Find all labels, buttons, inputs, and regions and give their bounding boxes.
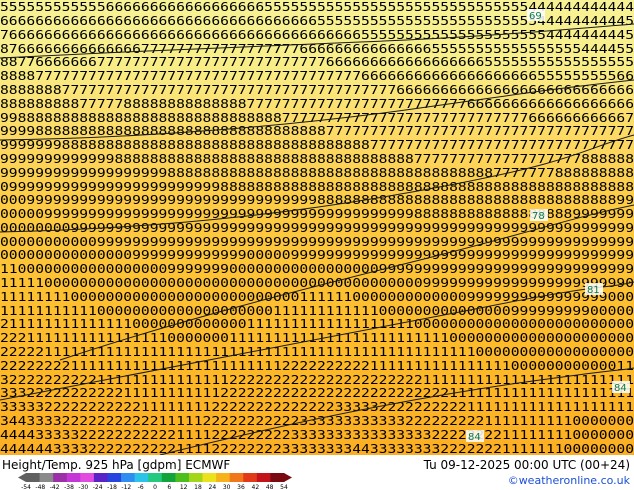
contour-label-text: 81	[587, 285, 600, 296]
map-area: 5555555555556666666666666666665555555555…	[0, 0, 634, 455]
footer-bar: Height/Temp. 925 hPa [gdpm] ECMWF Tu 09-…	[0, 455, 634, 490]
valid-time: Tu 09-12-2025 00:00 UTC (00+24)	[423, 458, 630, 472]
colorbar-swatch	[270, 473, 285, 482]
chart-title: Height/Temp. 925 hPa [gdpm] ECMWF	[2, 458, 231, 472]
colorbar-tick-label: 42	[252, 484, 260, 490]
colorbar-swatch	[53, 473, 68, 482]
colorbar-swatches	[18, 473, 292, 482]
colorbar-swatch	[161, 473, 176, 482]
grid-row-values: 0999999999999999999999999888888888888888…	[0, 180, 634, 194]
grid-row-values: 2221111111111111111000000011111111111111…	[0, 331, 634, 345]
colorbar-tick-label: 48	[266, 484, 274, 490]
colorbar-swatch	[229, 473, 244, 482]
contour-label-81: 81	[585, 283, 603, 296]
contour-label-84: 84	[466, 430, 484, 443]
grid-row-values: 9999999999999888888888888888888888888888…	[0, 152, 634, 166]
colorbar-tick-label: -6	[138, 484, 144, 490]
colorbar-swatch	[39, 473, 54, 482]
grid-row-values: 1100000000000000000999999900000000000000…	[0, 262, 634, 276]
contour-label-69: 69	[527, 9, 545, 22]
grid-row-values: 1111111111100000000000000000000111111111…	[0, 304, 634, 318]
grid-row-values: 0000000000000009999999999999000009999999…	[0, 248, 634, 262]
colorbar-tick-label: -30	[78, 484, 88, 490]
colorbar-swatch	[216, 473, 231, 482]
grid-row-values: 8888888777777777777777777777777777777777…	[0, 83, 634, 97]
colorbar-tick-label: 18	[194, 484, 202, 490]
colorbar-tick-label: -42	[50, 484, 60, 490]
colorbar-tick-label: -12	[121, 484, 131, 490]
colorbar-tick-label: 0	[153, 484, 157, 490]
colorbar-tick-label: 6	[167, 484, 171, 490]
colorbar-tick-label: 36	[237, 484, 245, 490]
colorbar-tick-label: 12	[180, 484, 188, 490]
colorbar-tick-label: -38	[64, 484, 74, 490]
grid-row-values: 9988888888888888888888888888888877777777…	[0, 111, 634, 125]
grid-row-values: 2222222211111111111111111111111122222222…	[0, 359, 634, 373]
colorbar-swatch	[188, 473, 204, 482]
grid-row-values: 3332222222222211111111111222222222222222…	[0, 386, 634, 400]
colorbar-tick-label: 24	[209, 484, 217, 490]
colorbar-right-arrow	[284, 473, 292, 482]
contour-label-text: 69	[529, 11, 542, 22]
grid-row-values: 8877666666677777777777777777777777777666…	[0, 55, 634, 69]
colorbar-swatch	[66, 473, 81, 482]
colorbar-tick-label: -54	[21, 484, 31, 490]
colorbar-swatch	[80, 473, 95, 482]
grid-row-values: 2222211111111111111111111111111111111111…	[0, 345, 634, 359]
colorbar-swatch	[175, 473, 190, 482]
contour-label-78: 78	[530, 209, 548, 222]
grid-row-values: 9999999999999999999888888888888888888888…	[0, 166, 634, 180]
colorbar-swatch	[148, 473, 163, 482]
grid-row-values: 0009999999999999999999999999999999998888…	[0, 193, 634, 207]
grid-row-values: 3333322222222222111111112222222222222233…	[0, 400, 634, 414]
colorbar-tick-label: -48	[35, 484, 45, 490]
temperature-value-grid: 5555555555556666666666666666665555555555…	[0, 0, 634, 455]
grid-row-values: 1111100000000000000000000000000000000000…	[0, 276, 634, 290]
contour-label-text: 84	[468, 432, 481, 443]
colorbar-tick-label: -24	[93, 484, 103, 490]
grid-row-values: 8888777777777777777777777777777777777777…	[0, 69, 634, 83]
grid-row-values: 4444443333222222222211112222222233333333…	[0, 442, 634, 455]
grid-row-values: 8888888887777788888888888888777777777777…	[0, 97, 634, 111]
grid-row-values: 7666666666666666666666666666666666666666…	[0, 28, 634, 42]
grid-row-values: 3443333222222222221111122222222222333333…	[0, 414, 634, 428]
colorbar-swatch	[256, 473, 271, 482]
contour-label-text: 84	[614, 383, 627, 394]
colorbar-swatch	[202, 473, 217, 482]
colorbar-swatch	[243, 473, 258, 482]
grid-row-values: 2111111111111110000000000000111111111111…	[0, 317, 634, 331]
grid-row-values: 9999999888888888888888888888888888888888…	[0, 138, 634, 152]
contour-label-text: 78	[532, 211, 545, 222]
colorbar-swatch	[121, 473, 136, 482]
contour-label-84: 84	[612, 381, 630, 394]
colorbar-tick-label: 30	[223, 484, 231, 490]
height-temperature-map: 5555555555556666666666666666665555555555…	[0, 0, 634, 455]
colorbar-ticks: -54 -48 -42 -38 -30 -24 -18 -12 -6 0 6 12 18 24 30 36 42…	[21, 484, 288, 490]
colorbar-swatch	[93, 473, 108, 482]
grid-row-values: 9999888888888888888888888888888888888777…	[0, 124, 634, 138]
colorbar-swatch	[26, 473, 41, 482]
colorbar-left-arrow	[18, 473, 26, 482]
grid-row-values: 4444333332222222222211112222222223333333…	[0, 428, 634, 442]
colorbar-tick-label: 54	[280, 484, 288, 490]
grid-row-values: 0000000000099999999999999999999999999999…	[0, 235, 634, 249]
site-credit[interactable]: ©weatheronline.co.uk	[508, 474, 630, 487]
temperature-colorbar: -54 -48 -42 -38 -30 -24 -18 -12 -6 0 6 12 18 24 30 36 42…	[18, 473, 292, 490]
colorbar-tick-label: -18	[107, 484, 117, 490]
colorbar-swatch	[134, 473, 149, 482]
colorbar-swatch	[107, 473, 122, 482]
